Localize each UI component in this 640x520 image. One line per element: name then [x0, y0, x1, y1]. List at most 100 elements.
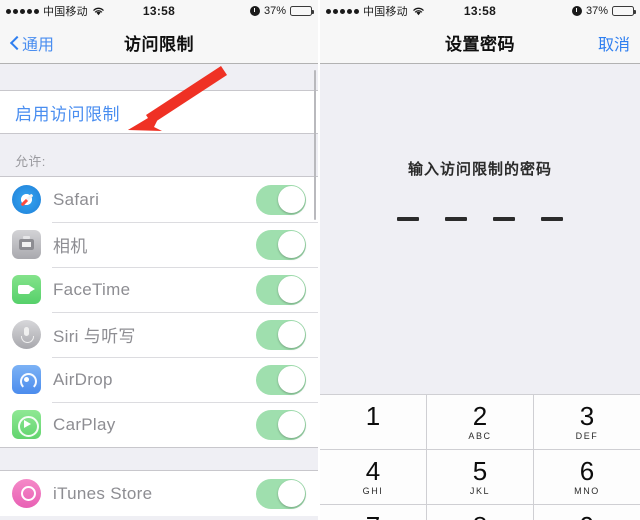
battery-percent: 37%: [263, 5, 286, 17]
key-number: 3: [579, 401, 595, 431]
toggle-siri[interactable]: [256, 319, 306, 350]
passcode-slot: [541, 217, 563, 221]
signal-strength-dots: [326, 8, 359, 14]
app-label: AirDrop: [53, 369, 113, 389]
key-number: 5: [472, 456, 488, 486]
right-status-bar: 中国移动 13:58 37%: [320, 0, 640, 22]
app-row-facetime[interactable]: FaceTime: [0, 267, 318, 312]
key-number: 7: [366, 513, 380, 520]
enable-restrictions-label: 启用访问限制: [15, 104, 120, 124]
facetime-icon: [12, 275, 41, 304]
alarm-clock-icon: [249, 6, 260, 16]
airdrop-icon: [12, 365, 41, 394]
app-label: Siri 与听写: [53, 327, 136, 346]
key-number: 9: [580, 513, 594, 520]
toggle-camera[interactable]: [256, 229, 306, 260]
key-2[interactable]: 2 ABC: [426, 395, 533, 449]
passcode-slot: [493, 217, 515, 221]
status-bar-right-group: 37%: [571, 5, 636, 17]
key-3[interactable]: 3 DEF: [533, 395, 640, 449]
passcode-slot: [397, 217, 419, 221]
restrictions-list[interactable]: 启用访问限制 允许: Safari 相机 FaceTime Siri 与听写 A…: [0, 64, 318, 520]
passcode-prompt: 输入访问限制的密码: [407, 161, 552, 178]
toggle-airdrop[interactable]: [256, 364, 306, 395]
battery-percent: 37%: [585, 5, 608, 17]
key-letters: JKL: [469, 486, 491, 496]
key-number: 2: [472, 401, 488, 431]
status-bar-left-group: 中国移动: [6, 3, 105, 19]
carrier-name: 中国移动: [43, 6, 88, 18]
key-6[interactable]: 6 MNO: [533, 450, 640, 504]
app-row-safari[interactable]: Safari: [0, 177, 318, 222]
toggle-carplay[interactable]: [256, 409, 306, 440]
key-letters: ABC: [468, 431, 492, 441]
right-phone-screen: 中国移动 13:58 37% 设置密码 取消 输入访问限制的密码 1 2 ABC…: [320, 0, 640, 520]
signal-strength-dots: [6, 8, 39, 14]
key-number: 8: [473, 513, 487, 520]
key-8[interactable]: 8 TUV: [426, 505, 533, 520]
key-7[interactable]: 7 PQRS: [320, 505, 426, 520]
top-spacer: [0, 64, 318, 90]
battery-icon: [612, 6, 636, 16]
back-button-label: 通用: [22, 36, 55, 54]
app-row-carplay[interactable]: CarPlay: [0, 402, 318, 447]
key-4[interactable]: 4 GHI: [320, 450, 426, 504]
key-number: 6: [579, 456, 595, 486]
safari-icon: [12, 185, 41, 214]
passcode-dashes: [320, 217, 640, 221]
dual-screenshot-container: 中国移动 13:58 37% 通用 访问限制 启用访问限制 允许: Safari…: [0, 0, 640, 520]
vertical-scrollbar[interactable]: [313, 70, 316, 220]
keypad-row: 7 PQRS 8 TUV 9 WXYZ: [320, 504, 640, 520]
itunes-store-icon: [12, 479, 41, 508]
battery-icon: [290, 6, 314, 16]
page-title: 设置密码: [445, 35, 515, 54]
back-button[interactable]: 通用: [10, 31, 54, 55]
alarm-clock-icon: [571, 6, 582, 16]
wifi-icon: [92, 6, 105, 16]
status-bar-left-group: 中国移动: [326, 3, 425, 19]
cancel-button[interactable]: 取消: [598, 31, 630, 55]
app-row-siri[interactable]: Siri 与听写: [0, 312, 318, 357]
app-label: 相机: [53, 237, 88, 256]
key-letters: GHI: [362, 486, 384, 496]
carplay-icon: [12, 410, 41, 439]
enable-restrictions-row[interactable]: 启用访问限制: [0, 90, 318, 134]
allowed-apps-group: Safari 相机 FaceTime Siri 与听写 AirDrop CarP…: [0, 176, 318, 447]
passcode-slot: [445, 217, 467, 221]
app-row-camera[interactable]: 相机: [0, 222, 318, 267]
wifi-icon: [412, 6, 425, 16]
keypad-row: 4 GHI 5 JKL 6 MNO: [320, 449, 640, 504]
toggle-itunes-store[interactable]: [256, 478, 306, 509]
carrier-name: 中国移动: [363, 6, 408, 18]
camera-icon: [12, 230, 41, 259]
siri-icon: [12, 320, 41, 349]
group-separator: [0, 447, 318, 471]
key-1[interactable]: 1: [320, 395, 426, 449]
allow-section-header: 允许:: [0, 134, 318, 176]
right-nav-bar: 设置密码 取消: [320, 22, 640, 64]
left-phone-screen: 中国移动 13:58 37% 通用 访问限制 启用访问限制 允许: Safari…: [0, 0, 318, 520]
allow-section-label: 允许:: [15, 154, 46, 169]
app-label: Safari: [53, 189, 100, 209]
key-letters: MNO: [574, 486, 600, 496]
app-row-itunes-store[interactable]: iTunes Store: [0, 471, 318, 516]
left-nav-bar: 通用 访问限制: [0, 22, 318, 64]
left-status-bar: 中国移动 13:58 37%: [0, 0, 318, 22]
key-5[interactable]: 5 JKL: [426, 450, 533, 504]
toggle-facetime[interactable]: [256, 274, 306, 305]
status-bar-right-group: 37%: [249, 5, 314, 17]
app-label: FaceTime: [53, 279, 131, 299]
passcode-entry-body: 输入访问限制的密码 1 2 ABC 3 DEF 4 GHI 5 JKL 6 MN…: [320, 64, 640, 520]
key-number: 1: [365, 401, 381, 431]
keypad-row: 1 2 ABC 3 DEF: [320, 395, 640, 449]
app-label: CarPlay: [53, 414, 116, 434]
store-apps-group: iTunes Store: [0, 471, 318, 516]
numeric-keypad[interactable]: 1 2 ABC 3 DEF 4 GHI 5 JKL 6 MNO: [320, 394, 640, 520]
app-row-airdrop[interactable]: AirDrop: [0, 357, 318, 402]
key-number: 4: [365, 456, 381, 486]
key-9[interactable]: 9 WXYZ: [533, 505, 640, 520]
app-label: iTunes Store: [53, 483, 153, 503]
toggle-safari[interactable]: [256, 184, 306, 215]
chevron-left-icon: [10, 35, 20, 51]
key-letters: DEF: [575, 431, 599, 441]
